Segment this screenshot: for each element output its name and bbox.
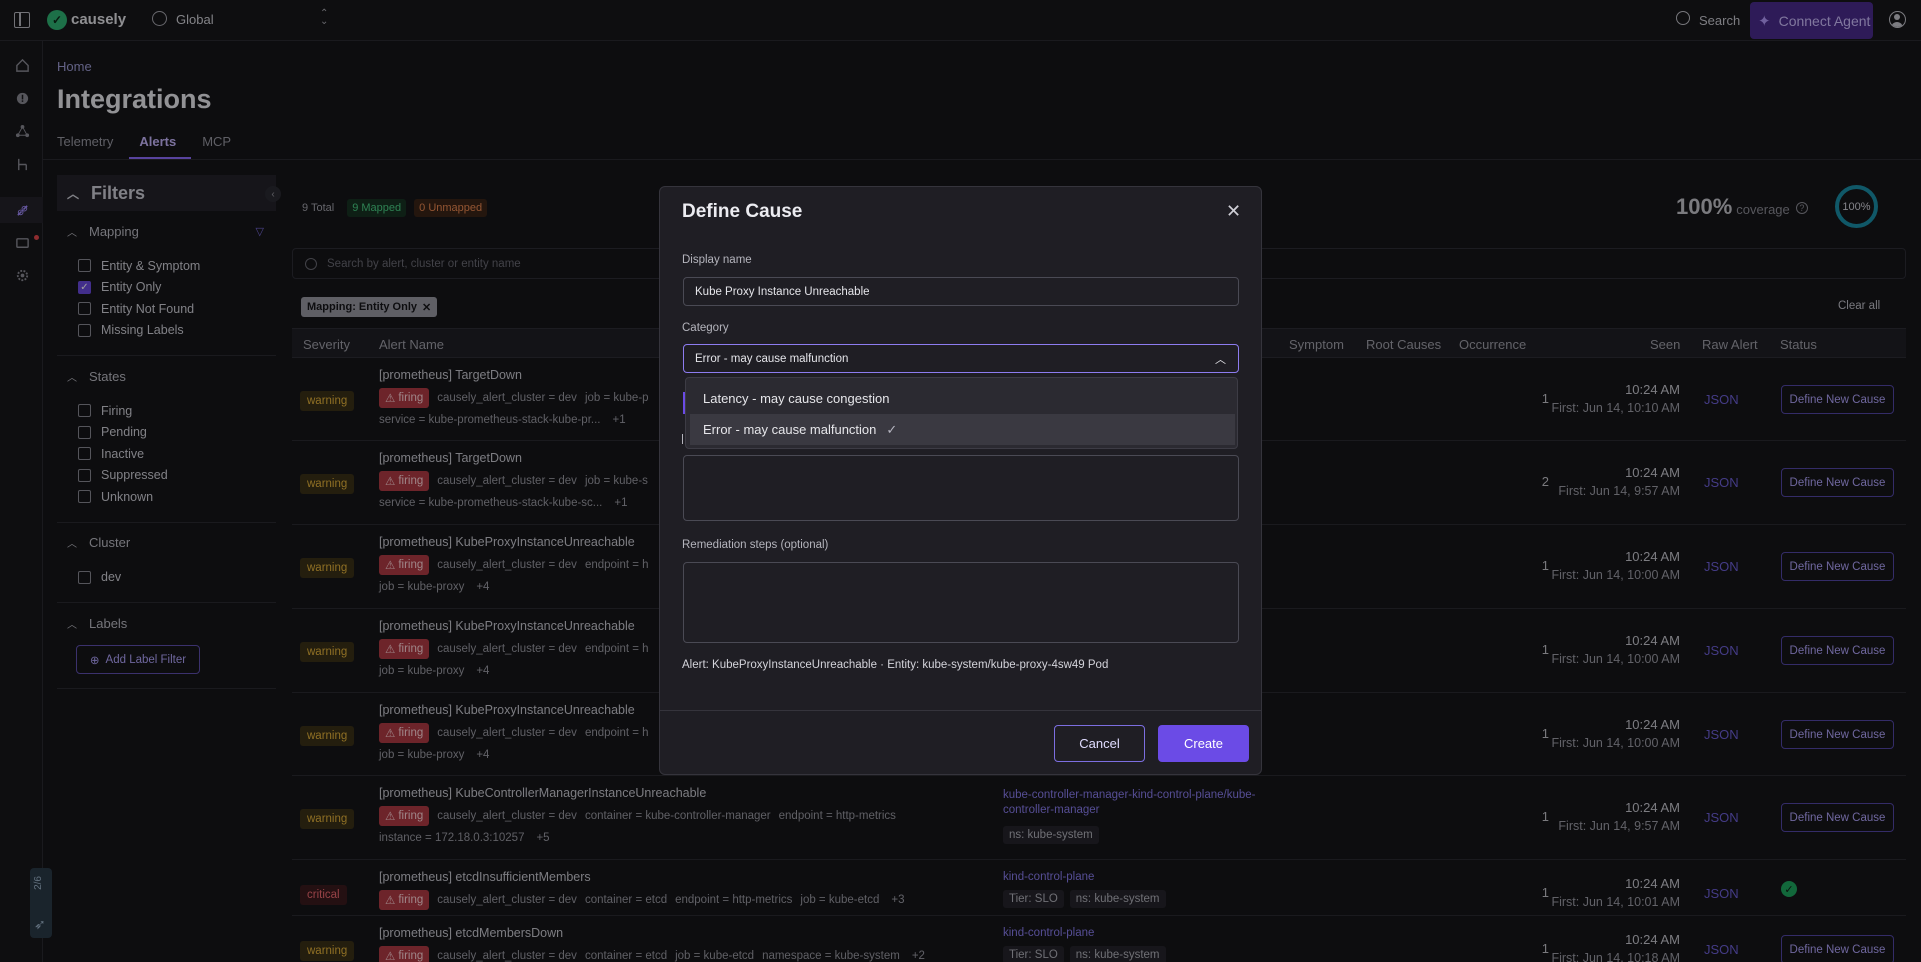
cancel-button[interactable]: Cancel xyxy=(1054,725,1145,762)
footer-divider xyxy=(660,710,1261,711)
option-label: Latency - may cause congestion xyxy=(703,391,890,406)
category-value: Error - may cause malfunction xyxy=(695,352,849,365)
category-label: Category xyxy=(682,322,729,334)
option-error[interactable]: Error - may cause malfunction ✓ xyxy=(690,414,1235,445)
checkmark-icon: ✓ xyxy=(886,421,898,437)
remediation-textarea[interactable] xyxy=(683,562,1239,643)
option-label: Error - may cause malfunction xyxy=(703,422,877,437)
category-dropdown: Latency - may cause congestion Error - m… xyxy=(685,377,1238,449)
dialog-title: Define Cause xyxy=(682,201,803,222)
close-icon[interactable]: ✕ xyxy=(1226,201,1241,222)
display-name-field[interactable]: Kube Proxy Instance Unreachable xyxy=(683,277,1239,306)
option-latency[interactable]: Latency - may cause congestion xyxy=(690,383,1235,414)
define-cause-dialog: Define Cause ✕ Display name Kube Proxy I… xyxy=(659,186,1262,775)
category-select[interactable]: Error - may cause malfunction ︿ xyxy=(683,344,1239,373)
chevron-up-icon: ︿ xyxy=(1215,353,1226,366)
display-name-label: Display name xyxy=(682,254,752,266)
display-name-value: Kube Proxy Instance Unreachable xyxy=(695,285,870,298)
alert-entity-note: Alert: KubeProxyInstanceUnreachable · En… xyxy=(682,659,1109,671)
create-button[interactable]: Create xyxy=(1158,725,1249,762)
description-textarea[interactable] xyxy=(683,455,1239,521)
remediation-label: Remediation steps (optional) xyxy=(682,539,829,551)
